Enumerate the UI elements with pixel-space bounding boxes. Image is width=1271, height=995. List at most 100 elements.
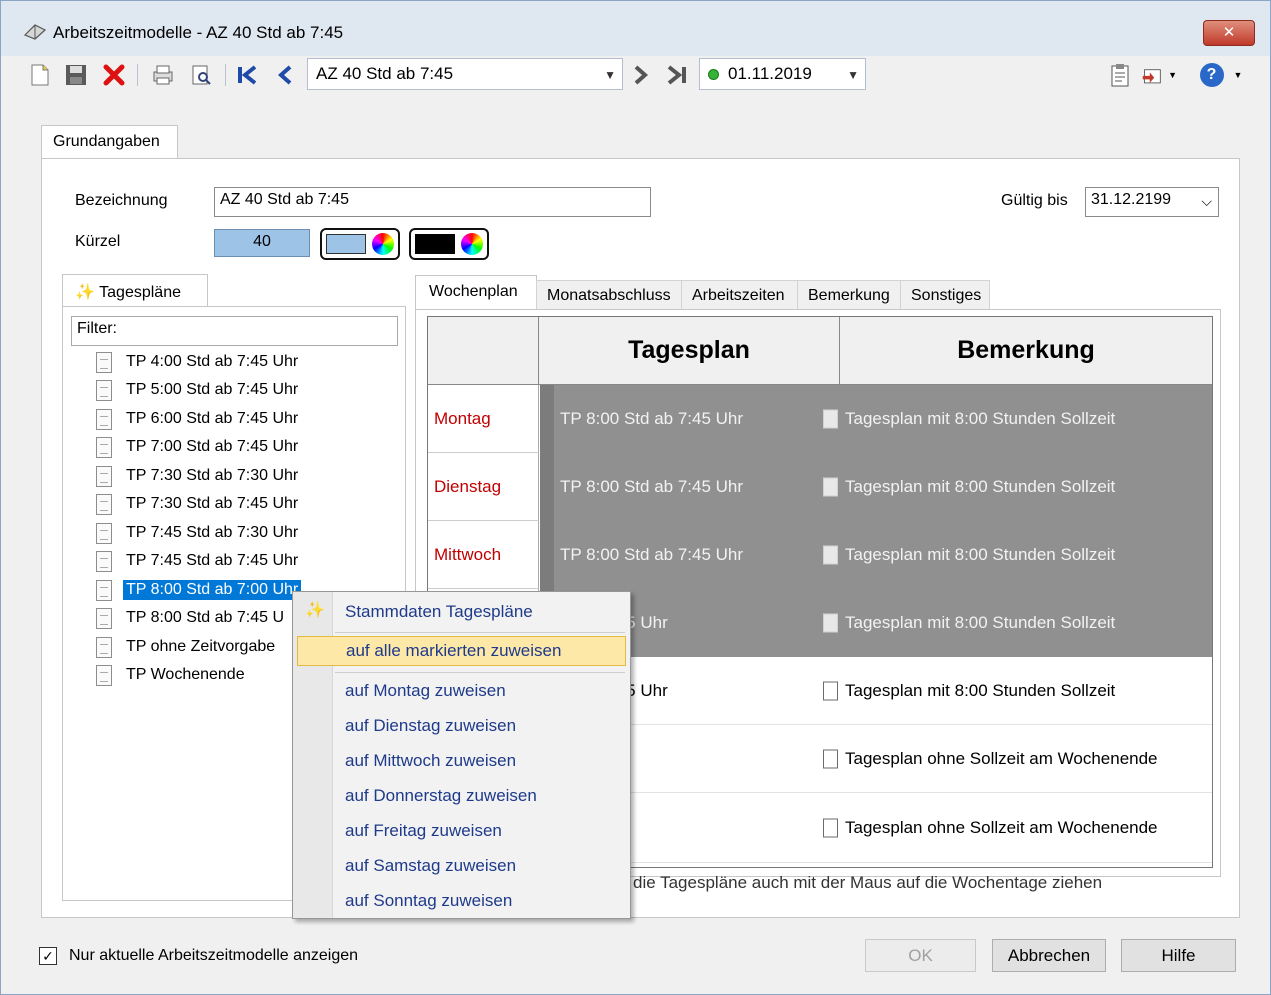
tab-bemerkung[interactable]: Bemerkung [797, 280, 901, 310]
bezeichnung-field[interactable]: AZ 40 Std ab 7:45 [214, 187, 651, 217]
table-row[interactable]: Montag TP 8:00 Std ab 7:45 Uhr Tagesplan m… [428, 385, 1212, 453]
bemerkung-cell: Tagesplan mit 8:00 Stunden Sollzeit [823, 521, 1212, 589]
day-cell: Montag [428, 385, 539, 453]
menu-item-stammdaten[interactable]: Stammdaten Tagespläne [345, 602, 533, 622]
tagesplan-cell[interactable]: TP 8:00 Std ab 7:45 Uhr [540, 385, 840, 453]
list-item-label: TP 4:00 Std ab 7:45 Uhr [126, 353, 299, 370]
menu-item-freitag[interactable]: auf Freitag zuweisen [345, 821, 502, 841]
current-models-checkbox[interactable]: ✓ [39, 947, 57, 965]
document-icon [96, 522, 112, 544]
save-icon[interactable] [63, 60, 89, 90]
table-row[interactable]: Mittwoch TP 8:00 Std ab 7:45 Uhr Tagesplan… [428, 521, 1212, 589]
tagesplan-cell[interactable]: TP 8:00 Std ab 7:45 Uhr [540, 521, 840, 589]
list-item[interactable]: TP 7:00 Std ab 7:45 Uhr [96, 434, 298, 460]
bemerkung-text: Tagesplan mit 8:00 Stunden Sollzeit [845, 613, 1116, 632]
help-button[interactable]: Hilfe [1121, 939, 1236, 972]
date-select-value: 01.11.2019 [728, 64, 812, 83]
model-select-value: AZ 40 Std ab 7:45 [316, 64, 454, 83]
list-item[interactable]: TP 8:00 Std ab 7:45 U [96, 605, 284, 631]
document-icon [96, 550, 112, 572]
gueltig-bis-label: Gültig bis [1001, 192, 1068, 209]
kuerzel-field[interactable]: 40 [214, 229, 310, 257]
list-item[interactable]: TP 4:00 Std ab 7:45 Uhr [96, 349, 298, 375]
document-icon [96, 493, 112, 515]
background-color-picker[interactable] [320, 228, 400, 260]
toolbar-separator [137, 64, 138, 86]
menu-item-donnerstag[interactable]: auf Donnerstag zuweisen [345, 786, 537, 806]
document-icon [96, 379, 112, 401]
document-icon [823, 409, 838, 429]
help-icon[interactable]: ? ▼ [1199, 60, 1243, 90]
column-header-bemerkung: Bemerkung [840, 317, 1212, 385]
tab-tagesplaene[interactable]: ✨ Tagespläne [62, 274, 208, 307]
preview-icon[interactable] [187, 60, 215, 90]
list-item[interactable]: TP 7:45 Std ab 7:45 Uhr [96, 548, 298, 574]
tab-grundangaben[interactable]: Grundangaben [41, 125, 178, 159]
document-icon [96, 607, 112, 629]
document-icon [823, 545, 838, 565]
list-item-label: TP 8:00 Std ab 7:45 U [126, 609, 285, 626]
export-icon[interactable]: ▼ [1141, 60, 1177, 90]
list-item-label: TP 7:30 Std ab 7:45 Uhr [126, 495, 299, 512]
menu-item-montag[interactable]: auf Montag zuweisen [345, 681, 506, 701]
text-color-picker[interactable] [409, 228, 489, 260]
menu-item-sonntag[interactable]: auf Sonntag zuweisen [345, 891, 512, 911]
day-cell: Dienstag [428, 453, 539, 521]
list-item[interactable]: TP Wochenende [96, 662, 245, 688]
drag-hint-text: die Tagespläne auch mit der Maus auf die… [633, 873, 1103, 892]
last-record-icon[interactable] [663, 60, 691, 90]
list-item[interactable]: TP ohne Zeitvorgabe [96, 634, 275, 660]
table-row[interactable]: Dienstag TP 8:00 Std ab 7:45 Uhr Tagesplan… [428, 453, 1212, 521]
next-record-icon[interactable] [629, 60, 653, 90]
print-icon[interactable] [149, 60, 177, 90]
document-icon [96, 636, 112, 658]
bemerkung-text: Tagesplan mit 8:00 Stunden Sollzeit [845, 409, 1116, 428]
chevron-down-icon: ▼ [604, 68, 616, 82]
wand-icon: ✨ [75, 284, 95, 301]
menu-item-mittwoch[interactable]: auf Mittwoch zuweisen [345, 751, 516, 771]
new-icon[interactable] [27, 60, 53, 90]
previous-record-icon[interactable] [273, 60, 297, 90]
list-item[interactable]: TP 7:30 Std ab 7:45 Uhr [96, 491, 298, 517]
bemerkung-text: Tagesplan ohne Sollzeit am Wochenende [845, 817, 1158, 837]
chevron-down-icon: ▼ [1168, 70, 1177, 80]
delete-icon[interactable] [101, 60, 127, 90]
current-models-checkbox-label: Nur aktuelle Arbeitszeitmodelle anzeigen [69, 947, 359, 964]
cancel-button[interactable]: Abbrechen [992, 939, 1106, 972]
color-swatch [415, 234, 455, 254]
list-item[interactable]: TP 7:45 Std ab 7:30 Uhr [96, 520, 298, 546]
list-item-label: TP 6:00 Std ab 7:45 Uhr [126, 410, 299, 427]
bemerkung-cell: Tagesplan mit 8:00 Stunden Sollzeit [823, 657, 1212, 725]
menu-item-dienstag[interactable]: auf Dienstag zuweisen [345, 716, 516, 736]
list-item-label: TP 7:45 Std ab 7:30 Uhr [126, 524, 299, 541]
filter-input[interactable]: Filter: [71, 316, 398, 346]
clipboard-icon[interactable] [1107, 60, 1133, 90]
color-wheel-icon [372, 233, 394, 255]
close-button[interactable]: ✕ [1203, 20, 1255, 46]
model-select[interactable]: AZ 40 Std ab 7:45 ▼ [307, 58, 623, 90]
list-item[interactable]: TP 5:00 Std ab 7:45 Uhr [96, 377, 298, 403]
tab-monatsabschluss[interactable]: Monatsabschluss [536, 280, 682, 310]
tab-arbeitszeiten[interactable]: Arbeitszeiten [681, 280, 798, 310]
document-icon [96, 579, 112, 601]
first-record-icon[interactable] [233, 60, 261, 90]
chevron-down-icon: ▼ [847, 68, 859, 82]
tab-sonstiges[interactable]: Sonstiges [900, 280, 990, 310]
chevron-down-icon: ⌵ [1201, 193, 1212, 209]
color-swatch [326, 234, 366, 254]
tagesplan-cell[interactable]: TP 8:00 Std ab 7:45 Uhr [540, 453, 840, 521]
bemerkung-text: Tagesplan mit 8:00 Stunden Sollzeit [845, 545, 1116, 564]
gueltig-bis-select[interactable]: 31.12.2199 ⌵ [1085, 187, 1219, 217]
list-item[interactable]: TP 6:00 Std ab 7:45 Uhr [96, 406, 298, 432]
date-select[interactable]: 01.11.2019 ▼ [699, 58, 866, 90]
menu-item-samstag[interactable]: auf Samstag zuweisen [345, 856, 516, 876]
context-menu: ✨ Stammdaten Tagespläne auf alle markier… [292, 591, 631, 919]
document-icon [823, 818, 838, 837]
list-item[interactable]: TP 7:30 Std ab 7:30 Uhr [96, 463, 298, 489]
menu-item-alle-markierten[interactable]: auf alle markierten zuweisen [297, 636, 626, 666]
list-item-label: TP Wochenende [126, 666, 245, 683]
tab-wochenplan[interactable]: Wochenplan [415, 275, 537, 310]
list-item[interactable]: TP 8:00 Std ab 7:00 Uhr [96, 577, 302, 603]
bemerkung-text: Tagesplan mit 8:00 Stunden Sollzeit [845, 477, 1116, 496]
ok-button[interactable]: OK [865, 939, 976, 972]
